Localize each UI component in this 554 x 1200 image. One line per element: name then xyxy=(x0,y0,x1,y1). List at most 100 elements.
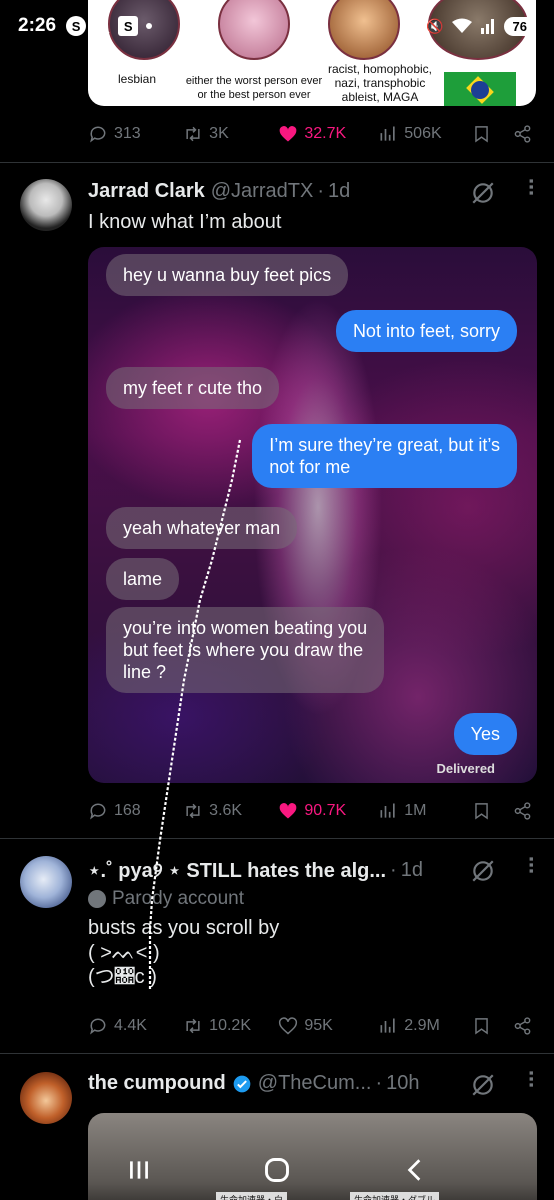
tweet-time[interactable]: 10h xyxy=(386,1072,419,1095)
recent-apps-icon[interactable] xyxy=(126,1157,152,1183)
tweet-text: busts as you scroll by ( >ᨓ< ) (つ𐨊c ) xyxy=(88,917,280,988)
reply-icon xyxy=(90,1018,106,1035)
battery-indicator: 76 xyxy=(503,16,536,36)
tweet-divider xyxy=(0,1053,554,1054)
tweet-time[interactable]: 1d xyxy=(328,180,350,203)
repost-button[interactable]: 10.2K xyxy=(183,1016,278,1036)
reply-count: 313 xyxy=(114,125,141,142)
more-options-icon[interactable]: ⋯ xyxy=(520,178,542,195)
share-icon[interactable] xyxy=(513,1016,532,1036)
reply-icon xyxy=(90,126,106,143)
views-count: 1M xyxy=(404,802,427,819)
mute-icon: 🔇 xyxy=(426,17,444,34)
chat-bubble-incoming: my feet r cute tho xyxy=(106,367,280,409)
parody-text: Parody account xyxy=(112,888,245,909)
repost-icon xyxy=(186,126,200,142)
tweet2-media-chat-screenshot[interactable]: hey u wanna buy feet pics Not into feet,… xyxy=(88,247,537,783)
share-icon[interactable] xyxy=(513,801,532,821)
views-icon xyxy=(380,126,395,141)
views-icon xyxy=(380,1018,395,1033)
back-icon[interactable] xyxy=(402,1157,428,1183)
separator-dot: · xyxy=(317,180,324,202)
repost-count: 3.6K xyxy=(209,802,243,819)
author-name[interactable]: ⋆.˚ pya୨ ⋆ STILL hates the alg... xyxy=(88,858,386,883)
parody-label: Parody account xyxy=(88,888,244,910)
author-name[interactable]: the cumpound xyxy=(88,1072,226,1095)
repost-button[interactable]: 3.6K xyxy=(183,801,278,821)
card-label-3: racist, homophobic, nazi, transphobic ab… xyxy=(327,62,433,104)
like-button[interactable]: 32.7K xyxy=(278,124,378,144)
heart-filled-icon xyxy=(279,803,297,819)
views-button[interactable]: 2.9M xyxy=(378,1016,464,1036)
reply-button[interactable]: 313 xyxy=(88,124,183,144)
s-square-app-icon: S xyxy=(118,16,139,36)
grok-icon[interactable] xyxy=(470,858,496,884)
signal-icon xyxy=(480,19,494,34)
chat-bubble-incoming: hey u wanna buy feet pics xyxy=(106,254,349,296)
grok-icon[interactable] xyxy=(470,180,496,206)
like-count: 90.7K xyxy=(304,802,347,819)
tweet3-actions: 4.4K 10.2K 95K 2.9M xyxy=(88,1011,532,1041)
views-icon xyxy=(380,803,395,818)
heart-filled-icon xyxy=(279,126,297,142)
avatar-cumpound[interactable] xyxy=(20,1072,72,1124)
tweet-divider xyxy=(0,838,554,839)
s-app-icon: S xyxy=(66,16,87,36)
views-button[interactable]: 506K xyxy=(378,124,464,144)
android-navigation-bar xyxy=(0,1140,554,1200)
bookmark-icon[interactable] xyxy=(472,1016,491,1036)
author-handle[interactable]: @JarradTX xyxy=(211,180,314,203)
card-label-1: lesbian xyxy=(118,72,157,86)
author-name[interactable]: Jarrad Clark xyxy=(88,180,205,203)
repost-icon xyxy=(186,803,200,819)
more-options-icon[interactable]: ⋯ xyxy=(520,1070,542,1087)
reply-count: 4.4K xyxy=(114,1017,147,1034)
x-app-icon: 𝕏 xyxy=(94,15,111,38)
repost-icon xyxy=(186,1018,200,1034)
author-handle[interactable]: @TheCum... xyxy=(258,1072,372,1095)
views-count: 506K xyxy=(404,125,442,142)
views-count: 2.9M xyxy=(404,1017,440,1034)
like-count: 95K xyxy=(304,1017,333,1034)
more-options-icon[interactable]: ⋯ xyxy=(520,856,542,873)
notification-icons: S 𝕏 S xyxy=(66,14,153,39)
tweet-divider xyxy=(0,162,554,163)
like-count: 32.7K xyxy=(304,125,347,142)
reply-icon xyxy=(90,803,106,820)
grok-icon[interactable] xyxy=(470,1072,496,1098)
separator-dot: · xyxy=(390,859,397,881)
avatar-jarrad[interactable] xyxy=(20,179,72,231)
parody-mask-icon xyxy=(88,890,106,908)
repost-button[interactable]: 3K xyxy=(183,124,278,144)
system-icons: 🔇 76 xyxy=(426,16,536,36)
views-button[interactable]: 1M xyxy=(378,801,464,821)
more-notifications-dot-icon xyxy=(146,23,153,29)
tweet-text: I know what I’m about xyxy=(88,211,282,233)
chat-bubble-incoming: yeah whatever man xyxy=(106,507,298,549)
tweet4-header: the cumpound @TheCum... · 10h xyxy=(88,1072,419,1095)
brazil-flag-image xyxy=(444,72,516,106)
separator-dot: · xyxy=(375,1072,383,1094)
bookmark-icon[interactable] xyxy=(472,801,491,821)
reply-button[interactable]: 168 xyxy=(88,801,183,821)
avatar-pya[interactable] xyxy=(20,856,72,908)
bookmark-icon[interactable] xyxy=(472,124,491,144)
share-icon[interactable] xyxy=(513,124,532,144)
chat-bubble-incoming: you’re into women beating you but feet i… xyxy=(106,607,385,693)
repost-count: 10.2K xyxy=(209,1017,251,1034)
chat-bubble-incoming: lame xyxy=(106,558,180,600)
heart-outline-icon xyxy=(279,1017,298,1035)
like-button[interactable]: 95K xyxy=(278,1016,378,1036)
reply-button[interactable]: 4.4K xyxy=(88,1016,183,1036)
card-label-2: either the worst person ever or the best… xyxy=(185,75,323,101)
chat-bubble-outgoing: Yes xyxy=(453,713,517,755)
status-time: 2:26 xyxy=(18,15,57,36)
home-icon[interactable] xyxy=(263,1156,291,1184)
tweet2-header: Jarrad Clark @JarradTX · 1d xyxy=(88,180,350,203)
verified-badge-icon xyxy=(233,1075,251,1092)
like-button[interactable]: 90.7K xyxy=(278,801,378,821)
repost-count: 3K xyxy=(209,125,229,142)
delivered-status: Delivered xyxy=(436,761,495,776)
tweet-time[interactable]: 1d xyxy=(401,859,423,882)
reply-count: 168 xyxy=(114,802,141,819)
